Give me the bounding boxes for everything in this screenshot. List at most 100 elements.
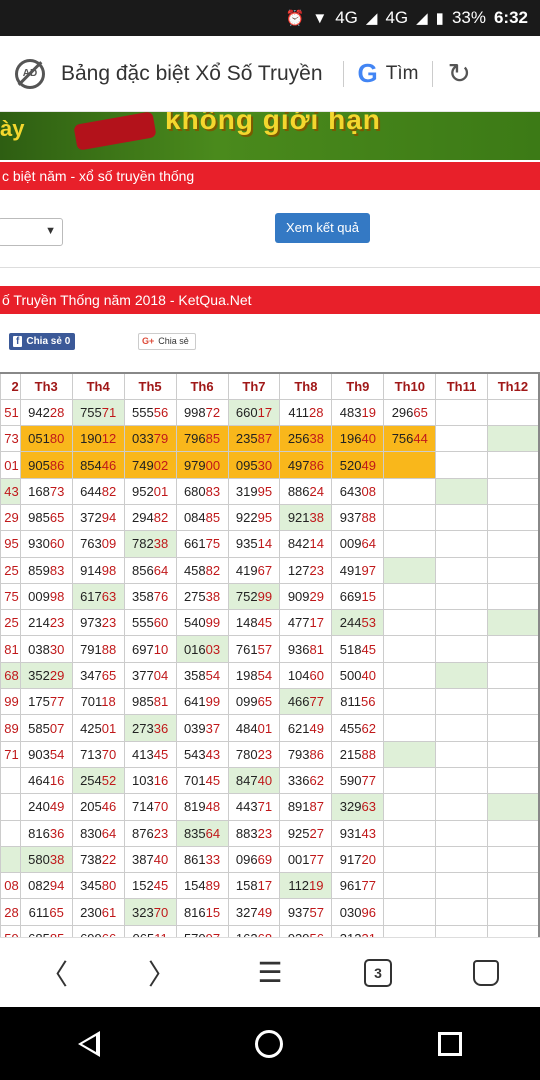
- result-cell: [0, 766, 21, 795]
- result-cell: [486, 872, 540, 900]
- page-title[interactable]: Bảng đặc biệt Xổ Số Truyền: [61, 62, 323, 86]
- result-cell: 00964: [331, 530, 385, 558]
- result-cell: [435, 609, 488, 637]
- result-cell: 93757: [279, 898, 333, 926]
- result-cell: 28: [0, 898, 21, 926]
- result-cell: [486, 793, 540, 821]
- result-cell: 75: [0, 582, 21, 611]
- result-cell: 03830: [19, 635, 73, 663]
- result-cell: [383, 714, 437, 742]
- result-cell: 15817: [227, 872, 281, 900]
- signal-icon: ◢: [365, 10, 378, 27]
- result-cell: 49197: [331, 556, 385, 584]
- result-cell: 83064: [71, 819, 125, 847]
- table-row: 46416 25452 10316 70145 84740 33662 59077: [0, 766, 540, 795]
- year-select[interactable]: ▼: [0, 218, 63, 246]
- result-cell: 87623: [123, 819, 177, 847]
- result-cell: [486, 766, 540, 795]
- result-cell: 19640: [331, 425, 385, 453]
- result-cell: [383, 635, 437, 663]
- result-cell: [383, 793, 437, 821]
- clock: 6:32: [493, 8, 528, 27]
- result-cell: 55560: [123, 609, 177, 637]
- alarm-icon: ⏰: [285, 10, 305, 27]
- result-cell: 99: [0, 688, 21, 716]
- battery-icon: ▮: [435, 10, 444, 27]
- table-row: 28 61165 23061 32370 81615 32749 93757 03096: [0, 898, 540, 926]
- menu-icon[interactable]: ☰: [245, 956, 295, 989]
- share-row: f Chia sẻ 0 G+ Chia sẻ: [0, 330, 540, 354]
- result-cell: 71370: [71, 740, 125, 768]
- column-header: Th8: [279, 371, 333, 400]
- result-cell: 08: [0, 872, 21, 900]
- result-cell: 44371: [227, 793, 281, 821]
- result-cell: 35854: [175, 661, 229, 690]
- result-cell: 76309: [71, 530, 125, 558]
- system-recents-icon[interactable]: [438, 1031, 463, 1056]
- result-cell: 09530: [227, 451, 281, 479]
- table-row: 95 93060 76309 78238 66175 93514 84214 00964: [0, 530, 540, 558]
- table-row: 58038 73822 38740 86133 09669 00177 91720: [0, 845, 540, 874]
- result-cell: 29665: [383, 398, 437, 427]
- result-cell: [383, 819, 437, 847]
- reload-icon[interactable]: ↻: [447, 57, 470, 90]
- result-cell: 54343: [175, 740, 229, 768]
- result-cell: 95: [0, 530, 21, 558]
- result-cell: 12723: [279, 556, 333, 584]
- result-cell: 34765: [71, 661, 125, 690]
- browser-toolbar: AD Bảng đặc biệt Xổ Số Truyền G Tìm ↻: [0, 36, 540, 112]
- result-cell: [486, 924, 540, 937]
- result-cell: 01603: [175, 635, 229, 663]
- system-home-icon[interactable]: [254, 1029, 283, 1058]
- view-results-button[interactable]: Xem kết quả: [275, 213, 370, 243]
- result-cell: [0, 845, 21, 874]
- tabs-button[interactable]: 3: [353, 958, 403, 987]
- result-cell: [0, 819, 21, 847]
- result-cell: 31231: [331, 924, 385, 937]
- result-cell: 35229: [19, 661, 73, 690]
- section-header-results-2018: ố Truyền Thống năm 2018 - KetQua.Net: [0, 286, 540, 314]
- result-cell: 03096: [331, 898, 385, 926]
- result-cell: [435, 530, 488, 558]
- column-header: Th3: [19, 371, 73, 400]
- back-icon[interactable]: 〈: [29, 953, 79, 993]
- result-cell: 61763: [71, 582, 125, 611]
- adblock-icon[interactable]: AD: [15, 58, 45, 89]
- facebook-share-button[interactable]: f Chia sẻ 0: [9, 333, 75, 350]
- signal-icon-2: ◢: [416, 10, 428, 27]
- result-cell: 66915: [331, 582, 385, 611]
- result-cell: 93514: [227, 530, 281, 558]
- filter-form: ▼ Xem kết quả: [0, 190, 540, 268]
- search-button-label[interactable]: Tìm: [386, 63, 419, 85]
- result-cell: 03379: [123, 425, 177, 453]
- result-cell: 10316: [123, 766, 177, 795]
- result-cell: 33662: [279, 766, 333, 795]
- result-cell: [383, 451, 437, 479]
- banner-text: không giới hạn: [165, 112, 381, 135]
- result-cell: 88323: [227, 819, 281, 847]
- section-header-special-table: c biệt năm - xổ số truyền thống: [0, 162, 540, 190]
- forward-icon[interactable]: 〉: [137, 953, 187, 993]
- google-plus-share-button[interactable]: G+ Chia sẻ: [138, 333, 196, 350]
- result-cell: 19854: [227, 661, 281, 690]
- result-cell: [435, 398, 488, 427]
- column-header: Th7: [227, 371, 281, 400]
- result-cell: 57097: [175, 924, 229, 937]
- result-cell: 19012: [71, 425, 125, 453]
- banner-ad[interactable]: ày không giới hạn: [0, 112, 540, 160]
- result-cell: 29482: [123, 503, 177, 532]
- result-cell: 86133: [175, 845, 229, 874]
- result-cell: 75644: [383, 425, 437, 453]
- result-cell: 51: [0, 398, 21, 427]
- home-icon[interactable]: [461, 959, 511, 986]
- result-cell: 41128: [279, 398, 333, 427]
- result-cell: [435, 845, 488, 874]
- result-cell: 34580: [71, 872, 125, 900]
- result-cell: 79386: [279, 740, 333, 768]
- result-cell: 41967: [227, 556, 281, 584]
- result-cell: [486, 845, 540, 874]
- result-cell: [383, 530, 437, 558]
- google-icon[interactable]: G: [358, 58, 378, 89]
- result-cell: [383, 609, 437, 637]
- system-back-icon[interactable]: [77, 1030, 100, 1057]
